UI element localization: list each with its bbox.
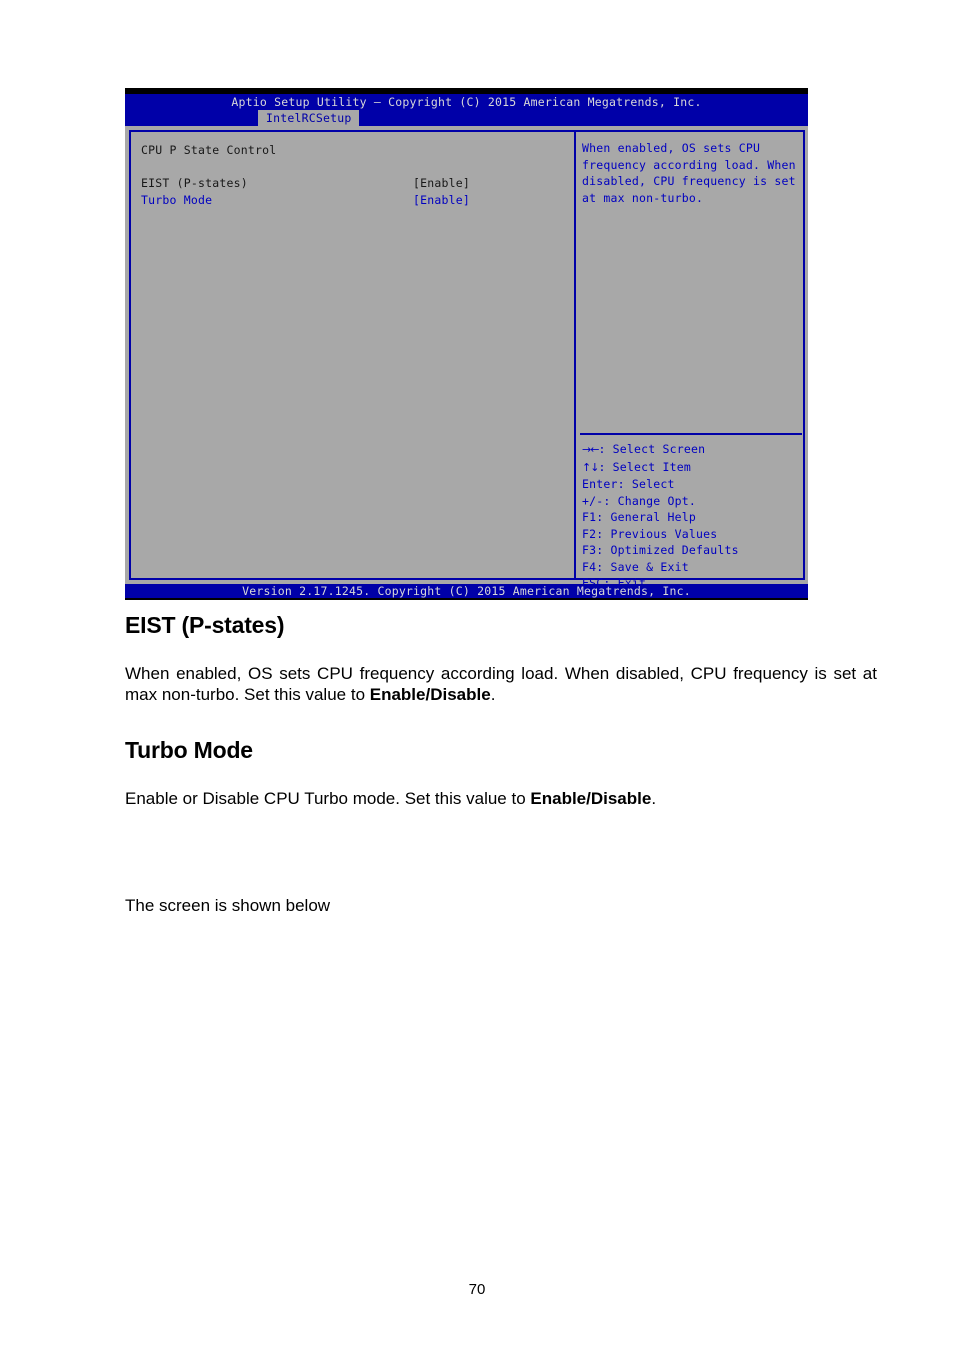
key-hint-enter: Enter: Select xyxy=(582,477,675,491)
key-hint-label: : Select Item xyxy=(598,459,692,474)
key-hint-previous-values: F2: Previous Values xyxy=(582,526,718,541)
key-hint-label: : Select Screen xyxy=(598,442,706,456)
key-hint-general-help: F1: General Help xyxy=(582,510,696,524)
option-label-eist: EIST (P-states) xyxy=(141,176,248,190)
option-value-turbo-mode[interactable]: [Enable] xyxy=(413,192,470,209)
help-text-line: frequency according load. When xyxy=(582,157,796,172)
left-right-arrow-icon: →← xyxy=(582,443,599,456)
paragraph-eist-description: When enabled, OS sets CPU frequency acco… xyxy=(125,663,877,705)
bios-version-footer: Version 2.17.1245. Copyright (C) 2015 Am… xyxy=(125,584,808,598)
key-hint-select-screen: →←: Select Screen xyxy=(582,441,802,459)
option-label-turbo-mode: Turbo Mode xyxy=(141,192,213,207)
key-hint-save-exit: F4: Save & Exit xyxy=(582,559,689,574)
page-number: 70 xyxy=(468,1281,486,1298)
bios-bottom-bezel xyxy=(125,598,808,600)
help-keys-separator xyxy=(580,433,802,435)
bios-settings-pane: CPU P State Control EIST (P-states) [Ena… xyxy=(141,142,561,208)
document-content: EIST (P-states) When enabled, OS sets CP… xyxy=(125,612,877,916)
bios-pane-divider xyxy=(574,130,576,580)
help-text-line: When enabled, OS sets CPU xyxy=(582,141,761,155)
section-header-row: CPU P State Control xyxy=(141,142,561,159)
help-text-line: at max non-turbo. xyxy=(582,190,704,205)
paragraph-text: Enable or Disable CPU Turbo mode. Set th… xyxy=(125,789,531,808)
bios-screenshot-figure: Aptio Setup Utility – Copyright (C) 2015… xyxy=(125,88,808,600)
bios-key-legend: →←: Select Screen ↑↓: Select Item Enter:… xyxy=(582,441,802,592)
option-row-eist[interactable]: EIST (P-states) [Enable] xyxy=(141,175,561,192)
bios-body: CPU P State Control EIST (P-states) [Ena… xyxy=(125,126,808,590)
bios-title-bar: Aptio Setup Utility – Copyright (C) 2015… xyxy=(125,94,808,110)
section-header-label: CPU P State Control xyxy=(141,143,277,157)
emphasis-enable-disable: Enable/Disable xyxy=(530,789,652,808)
heading-turbo-mode: Turbo Mode xyxy=(125,737,253,763)
up-down-arrow-icon: ↑↓ xyxy=(582,460,599,474)
heading-eist-p-states: EIST (P-states) xyxy=(125,612,285,638)
tab-intelrcsetup[interactable]: IntelRCSetup xyxy=(258,110,360,126)
paragraph-text-end: . xyxy=(490,685,496,704)
option-value-eist[interactable]: [Enable] xyxy=(413,175,470,192)
paragraph-text-end: . xyxy=(651,789,657,808)
key-hint-optimized-defaults: F3: Optimized Defaults xyxy=(582,543,739,557)
bios-help-pane: When enabled, OS sets CPU frequency acco… xyxy=(582,140,800,206)
trailing-note: The screen is shown below xyxy=(125,896,331,915)
emphasis-enable-disable: Enable/Disable xyxy=(369,685,491,704)
paragraph-turbo-mode-description: Enable or Disable CPU Turbo mode. Set th… xyxy=(125,788,877,809)
bios-tab-row: IntelRCSetup xyxy=(125,110,808,126)
help-text-line: disabled, CPU frequency is set xyxy=(582,174,796,188)
key-hint-change-opt: +/-: Change Opt. xyxy=(582,493,696,508)
paragraph-text: When enabled, OS sets CPU frequency acco… xyxy=(125,664,877,704)
option-row-turbo-mode[interactable]: Turbo Mode [Enable] xyxy=(141,192,561,209)
key-hint-select-item: ↑↓: Select Item xyxy=(582,459,802,477)
